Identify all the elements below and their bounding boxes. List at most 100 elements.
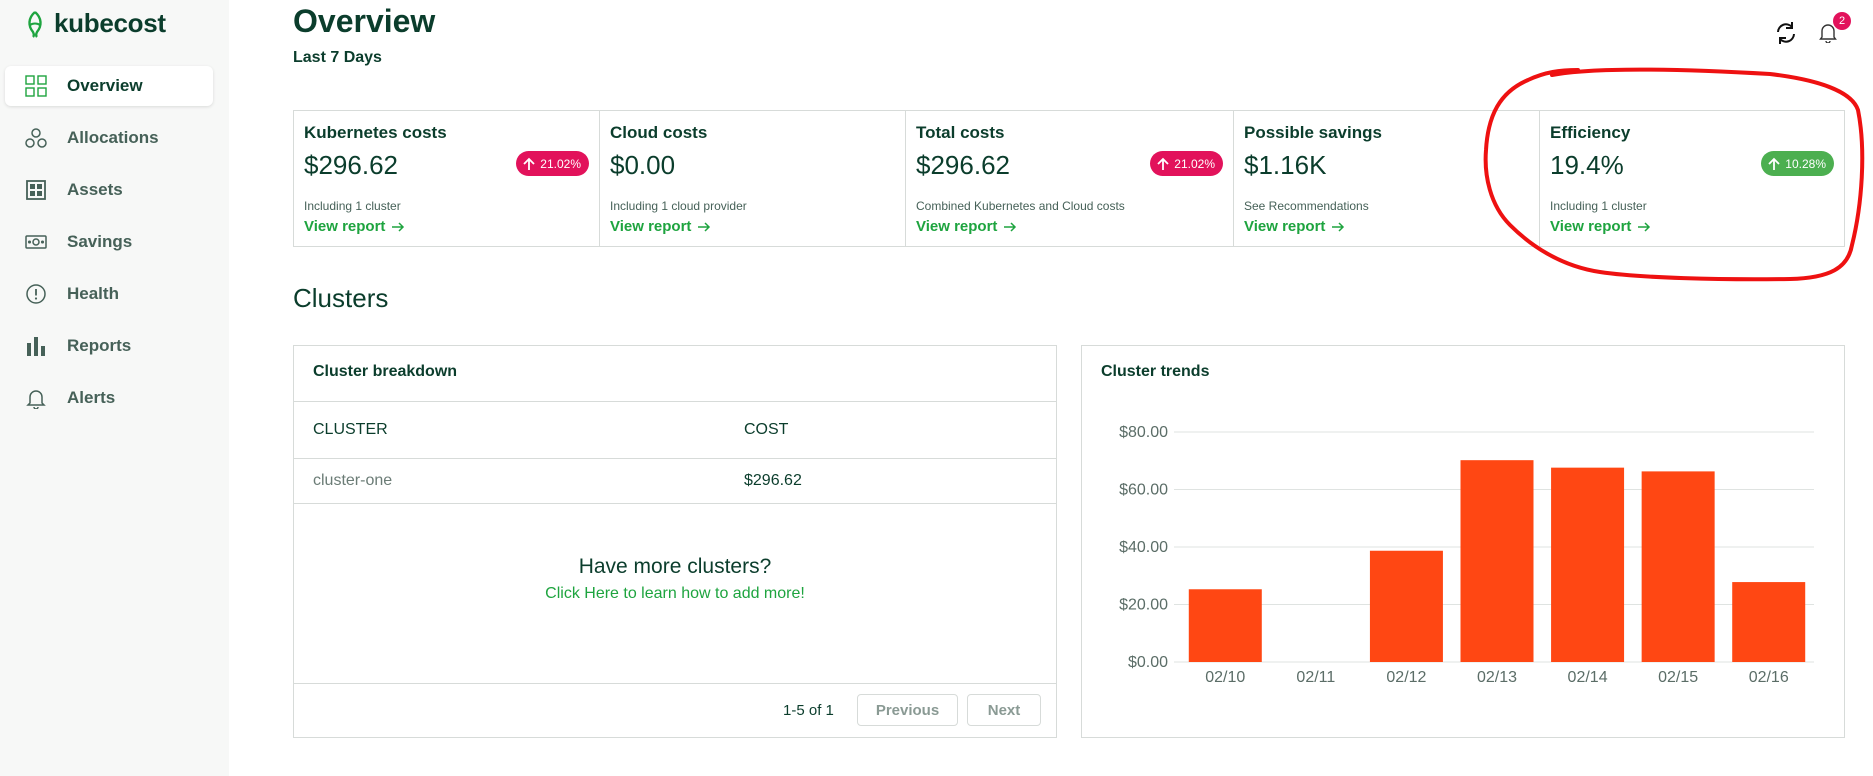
card-title: Possible savings	[1244, 123, 1382, 142]
change-value: 21.02%	[1174, 156, 1215, 171]
sidebar-item-overview[interactable]: Overview	[5, 66, 213, 106]
card-note: See Recommendations	[1244, 199, 1369, 213]
card-title: Efficiency	[1550, 123, 1631, 142]
arrow-right-icon	[1638, 221, 1651, 232]
cluster-cost: $296.62	[744, 472, 802, 489]
arrow-up-icon	[1157, 157, 1169, 170]
y-tick-label: $60.00	[1119, 482, 1168, 499]
cluster-trends-chart: $0.00 $20.00 $40.00 $60.00 $80.00 02/10 02/11 0…	[1119, 424, 1814, 686]
change-badge: 10.28%	[1761, 151, 1834, 176]
x-tick-label: 02/14	[1568, 669, 1608, 686]
x-tick-label: 02/11	[1296, 669, 1335, 686]
pagination-summary: 1-5 of 1	[783, 702, 834, 719]
card-note: Combined Kubernetes and Cloud costs	[916, 199, 1125, 213]
link-label: View report	[304, 218, 386, 235]
sidebar-nav: Overview Allocations Assets Savings Heal…	[5, 66, 213, 430]
change-value: 21.02%	[540, 156, 581, 171]
allocations-icon	[24, 126, 48, 150]
sidebar-item-savings[interactable]: Savings	[5, 222, 213, 262]
view-report-link[interactable]: View report	[1244, 218, 1345, 235]
date-range-label: Last 7 Days	[293, 49, 382, 66]
card-value: $0.00	[610, 150, 676, 180]
cluster-trends-panel: Cluster trends $0.00 $20.00 $40.00 $60.00 $8…	[1081, 345, 1845, 738]
x-tick-label: 02/15	[1658, 669, 1698, 686]
savings-icon	[24, 230, 48, 254]
brand-name: kubecost	[54, 8, 166, 38]
arrow-up-icon	[523, 157, 535, 170]
sidebar-item-label: Health	[67, 284, 119, 303]
previous-button[interactable]: Previous	[857, 694, 958, 726]
sidebar-item-label: Alerts	[67, 388, 116, 407]
grid-icon	[24, 74, 48, 98]
view-report-link[interactable]: View report	[1550, 218, 1651, 235]
change-badge: 21.02%	[1150, 151, 1223, 176]
link-label: View report	[1244, 218, 1326, 235]
bar-chart-icon	[24, 334, 48, 358]
column-header-cost[interactable]: COST	[744, 421, 788, 439]
card-note: Including 1 cloud provider	[610, 199, 747, 213]
cluster-name: cluster-one	[313, 472, 393, 489]
bar-02/16[interactable]	[1732, 582, 1806, 662]
x-tick-label: 02/12	[1386, 669, 1426, 686]
more-clusters-heading: Have more clusters?	[578, 555, 772, 578]
summary-cards: Kubernetes costs $296.62 21.02% Includin…	[293, 110, 1845, 247]
link-label: View report	[610, 218, 692, 235]
view-report-link[interactable]: View report	[916, 218, 1017, 235]
card-value: $1.16K	[1244, 150, 1327, 180]
sidebar-item-label: Overview	[67, 76, 143, 95]
refresh-icon	[1777, 22, 1795, 44]
x-tick-label: 02/10	[1205, 669, 1245, 686]
arrow-right-icon	[698, 221, 711, 232]
bar-02/13[interactable]	[1460, 460, 1534, 662]
sidebar-item-label: Savings	[67, 232, 133, 251]
column-header-cluster[interactable]: CLUSTER	[313, 421, 388, 439]
arrow-right-icon	[392, 221, 405, 232]
bar-02/10[interactable]	[1188, 589, 1262, 662]
sidebar-item-assets[interactable]: Assets	[5, 170, 213, 210]
view-report-link[interactable]: View report	[610, 218, 711, 235]
cluster-breakdown-panel: Cluster breakdown CLUSTER COST cluster-o…	[293, 345, 1057, 738]
view-report-link[interactable]: View report	[304, 218, 405, 235]
notification-count-badge: 2	[1833, 12, 1851, 30]
x-tick-label: 02/16	[1749, 669, 1789, 686]
header-actions: 2	[1773, 12, 1851, 46]
bar-02/14[interactable]	[1551, 467, 1625, 662]
kubecost-logo[interactable]: kubecost	[24, 8, 166, 39]
bar-02/12[interactable]	[1369, 550, 1443, 662]
card-total-costs: Total costs $296.62 21.02% Combined Kube…	[906, 111, 1234, 246]
panel-title: Cluster breakdown	[313, 363, 458, 380]
sidebar-item-label: Assets	[67, 180, 123, 199]
page-title: Overview	[293, 3, 436, 39]
card-title: Total costs	[916, 123, 1005, 142]
notifications-button[interactable]: 2	[1815, 12, 1851, 46]
sidebar-item-alerts[interactable]: Alerts	[5, 378, 213, 418]
card-efficiency: Efficiency 19.4% 10.28% Including 1 clus…	[1540, 111, 1844, 246]
y-tick-label: $0.00	[1128, 654, 1168, 671]
x-tick-label: 02/13	[1477, 669, 1517, 686]
sidebar-item-allocations[interactable]: Allocations	[5, 118, 213, 158]
change-value: 10.28%	[1785, 156, 1826, 171]
link-label: View report	[916, 218, 998, 235]
divider	[294, 401, 1056, 402]
divider	[294, 458, 1056, 459]
sidebar-item-health[interactable]: Health	[5, 274, 213, 314]
y-tick-label: $80.00	[1119, 424, 1168, 441]
arrow-up-icon	[1768, 157, 1780, 170]
refresh-button[interactable]	[1773, 20, 1799, 46]
card-kubernetes-costs: Kubernetes costs $296.62 21.02% Includin…	[294, 111, 600, 246]
card-note: Including 1 cluster	[1550, 199, 1647, 213]
sidebar-item-reports[interactable]: Reports	[5, 326, 213, 366]
link-label: View report	[1550, 218, 1632, 235]
card-possible-savings: Possible savings $1.16K See Recommendati…	[1234, 111, 1540, 246]
add-clusters-link[interactable]: Click Here to learn how to add more!	[294, 585, 1056, 603]
card-title: Cloud costs	[610, 123, 708, 142]
y-tick-label: $40.00	[1119, 539, 1168, 556]
divider	[294, 683, 1056, 684]
card-title: Kubernetes costs	[304, 123, 447, 142]
card-cloud-costs: Cloud costs $0.00 Including 1 cloud prov…	[600, 111, 906, 246]
sidebar-item-label: Reports	[67, 336, 132, 355]
arrow-right-icon	[1004, 221, 1017, 232]
arrow-right-icon	[1332, 221, 1345, 232]
bar-02/15[interactable]	[1641, 471, 1715, 662]
next-button[interactable]: Next	[967, 694, 1041, 726]
